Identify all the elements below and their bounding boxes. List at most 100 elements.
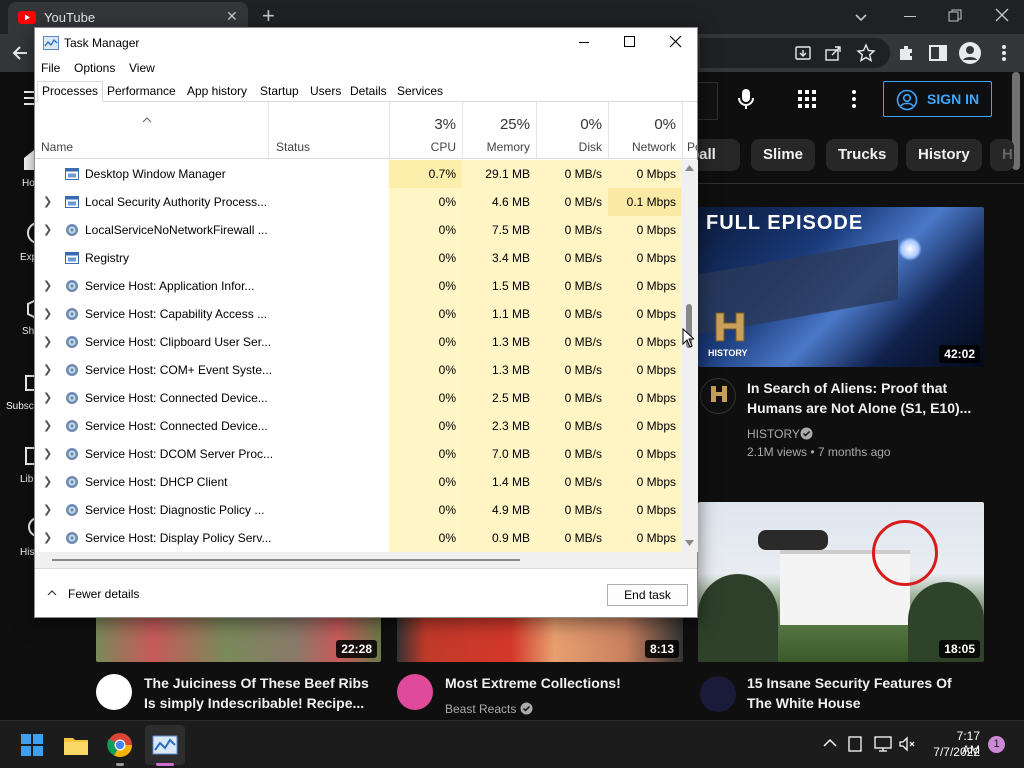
minimize-icon[interactable] [904,16,916,17]
expand-chevron-icon[interactable]: ❯ [43,328,52,356]
video-thumbnail-white-house[interactable]: 18:05 [698,502,984,662]
minimize-icon[interactable] [579,42,589,43]
process-row[interactable]: Desktop Window Manager 0.7% 29.1 MB 0 MB/s 0… [35,160,681,188]
process-row[interactable]: ❯ Service Host: DCOM Server Proc... 0% 7.0 … [35,440,681,468]
process-row[interactable]: ❯ Service Host: Connected Device... 0% 2.3 … [35,412,681,440]
column-cpu[interactable]: 3% CPU [389,102,462,159]
column-status[interactable]: Status [268,102,389,159]
chrome-menu-icon[interactable] [996,43,1012,63]
process-row[interactable]: ❯ Local Security Authority Process... 0% 4.… [35,188,681,216]
volume-muted-icon[interactable] [898,735,916,753]
expand-chevron-icon[interactable]: ❯ [43,384,52,412]
channel-avatar-top-fives[interactable] [700,676,736,712]
column-name[interactable]: Name [41,140,73,154]
apps-grid-icon[interactable] [797,89,817,109]
tab-users[interactable]: Users [305,81,346,102]
horizontal-scrollbar[interactable] [35,552,697,568]
maximize-icon[interactable] [624,36,636,48]
menu-view[interactable]: View [129,61,155,75]
column-power[interactable]: Po [682,102,697,159]
chip-trucks[interactable]: Trucks [826,139,899,171]
tab-details[interactable]: Details [345,81,392,102]
microphone-icon[interactable] [736,87,756,111]
expand-chevron-icon[interactable]: ❯ [43,300,52,328]
restore-icon[interactable] [948,9,962,23]
process-row[interactable]: ❯ Service Host: Clipboard User Ser... 0% 1.… [35,328,681,356]
video-thumbnail-collections[interactable]: 8:13 [397,616,683,662]
nav-home-label[interactable]: Ho [22,178,35,189]
channel-name[interactable]: Beast Reacts [445,702,516,716]
extensions-puzzle-icon[interactable] [896,43,916,63]
expand-chevron-icon[interactable]: ❯ [43,216,52,244]
end-task-button[interactable]: End task [607,584,688,606]
scroll-up-icon[interactable] [685,165,694,171]
menu-options[interactable]: Options [74,61,115,75]
side-panel-icon[interactable] [928,43,948,63]
chip-slime[interactable]: Slime [751,139,816,171]
process-row[interactable]: Registry 0% 3.4 MB 0 MB/s 0 Mbps [35,244,681,272]
tray-tablet-icon[interactable] [848,736,862,752]
process-row[interactable]: ❯ Service Host: COM+ Event Syste... 0% 1.3 … [35,356,681,384]
bookmark-star-icon[interactable] [856,43,876,63]
expand-chevron-icon[interactable]: ❯ [43,468,52,496]
expand-chevron-icon[interactable]: ❯ [43,496,52,524]
expand-chevron-icon[interactable]: ❯ [43,272,52,300]
video-title-line1[interactable]: In Search of Aliens: Proof that [747,378,947,398]
video-thumbnail-aliens[interactable]: FULL EPISODE HISTORY 42:02 [698,207,984,367]
process-row[interactable]: ❯ Service Host: Capability Access ... 0% 1.… [35,300,681,328]
process-row[interactable]: ❯ Service Host: Diagnostic Policy ... 0% 4.… [35,496,681,524]
process-row[interactable]: ❯ Service Host: Application Infor... 0% 1.5… [35,272,681,300]
process-row[interactable]: ❯ Service Host: Display Policy Serv... 0% 0… [35,524,681,552]
profile-avatar-icon[interactable] [958,41,982,65]
windows-start-icon[interactable] [16,729,48,761]
share-icon[interactable] [824,44,842,62]
video-title-line2[interactable]: Is simply Indescribable! Recipe... [144,693,364,713]
column-memory[interactable]: 25% Memory [462,102,536,159]
video-title-line1[interactable]: The Juiciness Of These Beef Ribs [144,673,369,693]
back-arrow-icon[interactable] [10,43,30,63]
sort-up-chevron-icon[interactable] [142,117,152,123]
tab-performance[interactable]: Performance [102,81,181,102]
expand-chevron-icon[interactable]: ❯ [43,188,52,216]
video-thumbnail-beef-ribs[interactable]: 22:28 [96,616,381,662]
channel-name[interactable]: HISTORY [747,427,800,441]
sign-in-button[interactable]: SIGN IN [883,81,992,117]
video-title-line2[interactable]: Humans are Not Alone (S1, E10)... [747,398,971,418]
nav-library-label[interactable]: Lib [20,474,33,485]
nav-subscriptions-label[interactable]: Subsc [6,401,34,412]
channel-avatar-beef[interactable] [96,674,132,710]
new-tab-icon[interactable]: + [262,3,275,29]
notification-badge[interactable]: 1 [988,736,1005,753]
video-title-line2[interactable]: The White House [747,693,861,713]
nav-shorts-label[interactable]: Sh [22,326,34,337]
channel-avatar-beast-reacts[interactable] [397,674,433,710]
collapse-chevron-icon[interactable] [47,590,57,596]
tray-overflow-chevron-icon[interactable] [822,738,838,748]
fewer-details-link[interactable]: Fewer details [68,587,139,601]
column-disk[interactable]: 0% Disk [536,102,608,159]
chrome-icon[interactable] [104,729,136,761]
process-row[interactable]: ❯ Service Host: Connected Device... 0% 2.5 … [35,384,681,412]
network-monitor-icon[interactable] [874,735,892,753]
search-box-edge[interactable] [698,82,718,120]
channel-avatar-history[interactable] [700,378,736,414]
column-network[interactable]: 0% Network [608,102,682,159]
more-settings-icon[interactable] [848,89,860,109]
tab-processes[interactable]: Processes [37,81,104,102]
chip-more[interactable]: H [990,139,1014,171]
title-bar[interactable]: Task Manager [35,28,697,58]
tab-services[interactable]: Services [392,81,448,102]
tab-close-icon[interactable]: ✕ [226,8,238,25]
chip-history[interactable]: History [906,139,982,171]
window-close-icon[interactable] [995,8,1009,22]
video-title-line1[interactable]: 15 Insane Security Features Of [747,673,952,693]
clock-date[interactable]: 7/7/2022 [928,745,980,759]
menu-file[interactable]: File [41,61,60,75]
expand-chevron-icon[interactable]: ❯ [43,356,52,384]
video-title-line1[interactable]: Most Extreme Collections! [445,673,621,693]
vertical-scrollbar[interactable] [681,160,698,552]
scroll-down-icon[interactable] [685,540,694,546]
tab-startup[interactable]: Startup [255,81,304,102]
process-row[interactable]: ❯ LocalServiceNoNetworkFirewall ... 0% 7.5 … [35,216,681,244]
file-explorer-icon[interactable] [60,729,92,761]
